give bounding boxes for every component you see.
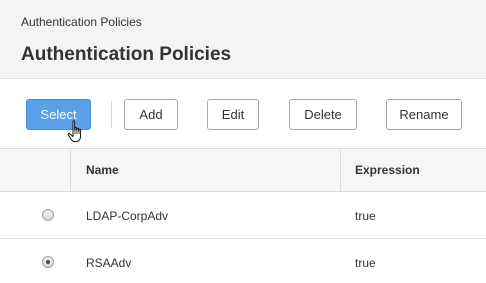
column-divider <box>70 149 71 192</box>
policies-table: Name Expression LDAP-CorpAdv true RSAAdv… <box>0 148 486 283</box>
table-header: Name Expression <box>0 149 486 192</box>
page-header: Authentication Policies Authentication P… <box>0 0 486 79</box>
hand-pointer-icon <box>67 120 82 142</box>
rename-button[interactable]: Rename <box>386 99 462 130</box>
page-title: Authentication Policies <box>21 44 232 65</box>
column-divider <box>340 149 341 192</box>
row-radio-button[interactable] <box>42 209 54 221</box>
row-radio-button[interactable] <box>42 256 54 268</box>
policy-expression-cell: true <box>355 209 376 223</box>
delete-button[interactable]: Delete <box>289 99 357 130</box>
policy-expression-cell: true <box>355 256 376 270</box>
authentication-policies-page: Authentication Policies Authentication P… <box>0 0 486 283</box>
table-row[interactable]: LDAP-CorpAdv true <box>0 193 486 239</box>
edit-button[interactable]: Edit <box>207 99 259 130</box>
breadcrumb[interactable]: Authentication Policies <box>21 15 142 29</box>
toolbar-divider <box>111 101 112 128</box>
column-header-name[interactable]: Name <box>86 163 119 177</box>
add-button[interactable]: Add <box>124 99 178 130</box>
policy-name-cell: RSAAdv <box>86 256 132 270</box>
policy-name-cell: LDAP-CorpAdv <box>86 209 169 223</box>
table-row[interactable]: RSAAdv true <box>0 240 486 283</box>
column-header-expression[interactable]: Expression <box>355 163 420 177</box>
